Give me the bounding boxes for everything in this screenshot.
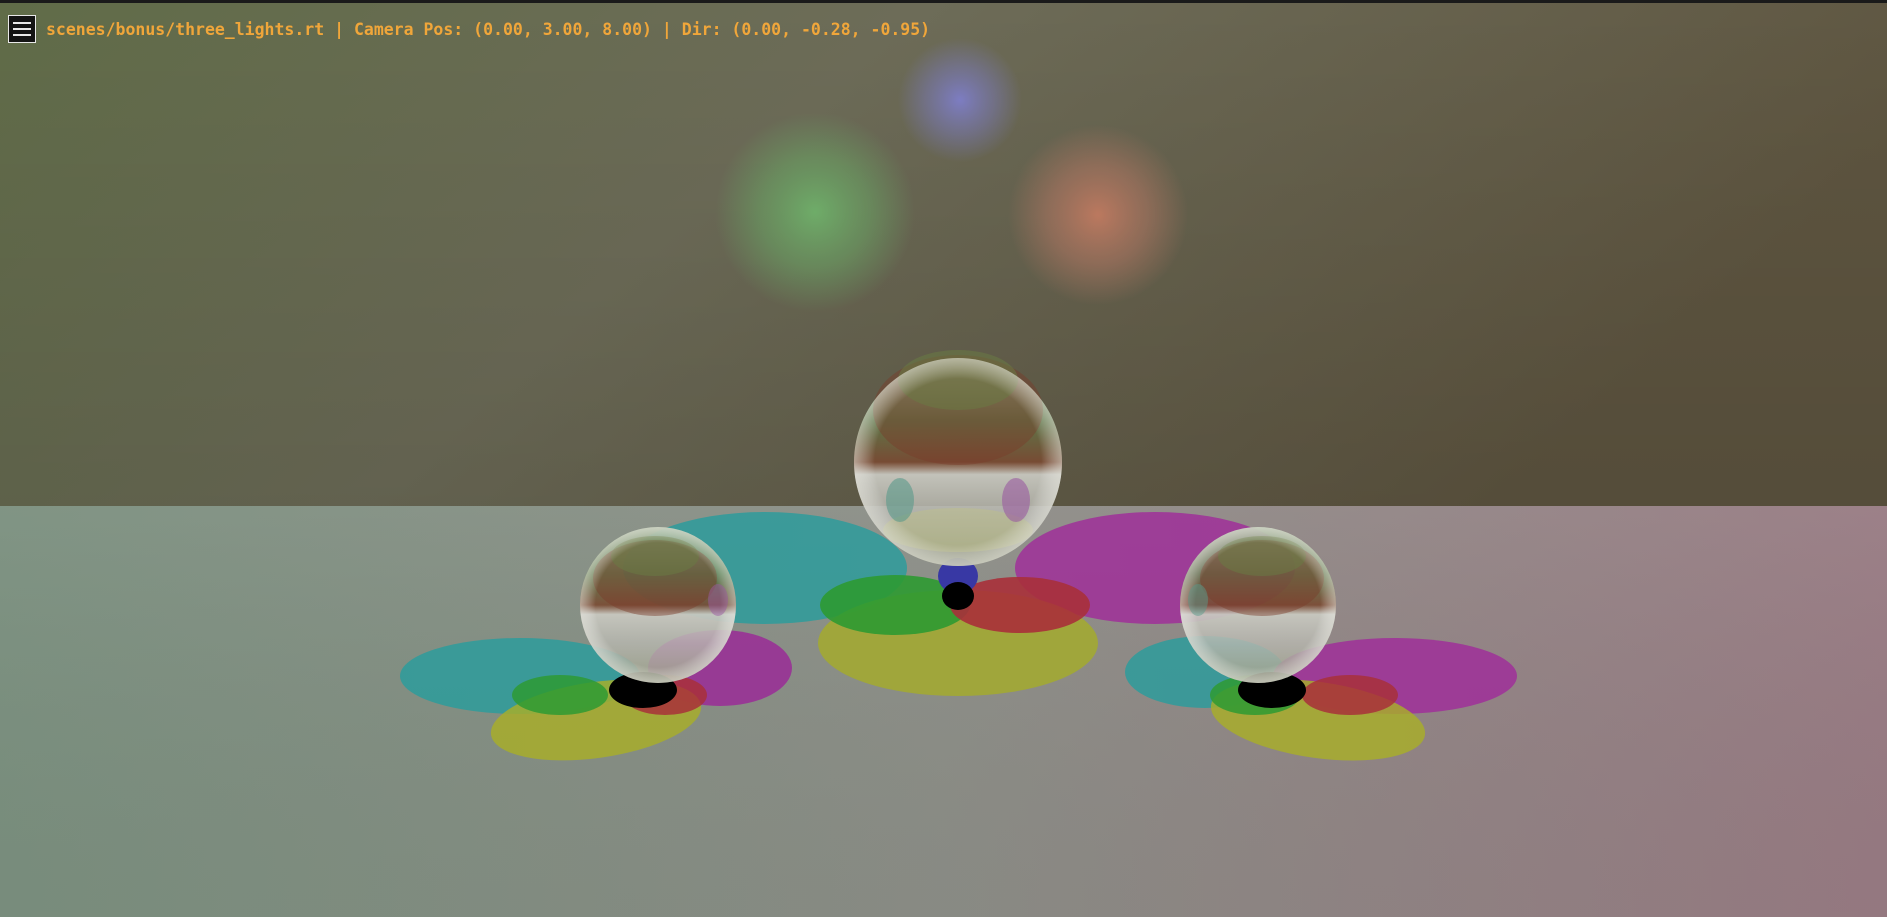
center-sphere bbox=[854, 350, 1062, 566]
menu-line bbox=[13, 22, 31, 24]
hud-bar: scenes/bonus/three_lights.rt | Camera Po… bbox=[8, 14, 930, 44]
right-sphere bbox=[1180, 527, 1336, 683]
window-top-border bbox=[0, 0, 1887, 3]
menu-line bbox=[13, 34, 31, 36]
scene-status-text: scenes/bonus/three_lights.rt | Camera Po… bbox=[46, 19, 931, 39]
render-viewport[interactable]: scenes/bonus/three_lights.rt | Camera Po… bbox=[0, 0, 1887, 917]
red-light bbox=[1008, 125, 1188, 305]
hamburger-menu-icon[interactable] bbox=[8, 15, 36, 43]
blue-light bbox=[898, 38, 1022, 162]
raytraced-scene bbox=[0, 0, 1887, 917]
left-sphere bbox=[580, 527, 736, 683]
green-light bbox=[715, 112, 915, 312]
menu-line bbox=[13, 28, 31, 30]
